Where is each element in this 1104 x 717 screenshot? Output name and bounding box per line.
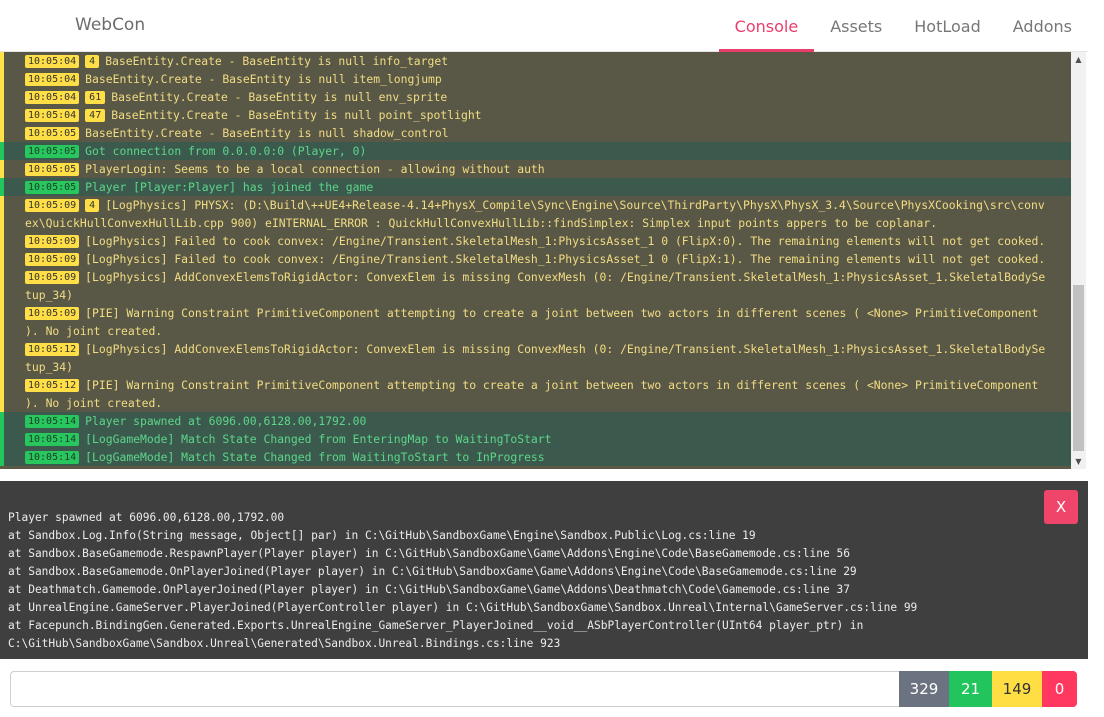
log-message: [LogPhysics] Failed to cook convex: /Eng…: [85, 252, 1046, 266]
log-row[interactable]: 10:05:09 [LogPhysics] AddConvexElemsToRig…: [0, 268, 1071, 304]
timestamp-badge: 10:05:09: [25, 235, 80, 248]
log-detail-panel: Player spawned at 6096.00,6128.00,1792.0…: [0, 481, 1088, 659]
log-message: Got connection from 0.0.0.0:0 (Player, 0…: [85, 144, 367, 158]
log-row[interactable]: 10:05:09 [PIE] Warning Constraint Primiti…: [0, 304, 1071, 340]
log-message: Player [Player:Player] has joined the ga…: [85, 180, 374, 194]
log-message: [LogPhysics] Failed to cook convex: /Eng…: [85, 234, 1046, 248]
info-count-badge[interactable]: 21: [949, 671, 992, 707]
log-message: [LogGameMode] Match State Changed from E…: [85, 432, 552, 446]
tab-hotload[interactable]: HotLoad: [898, 0, 996, 52]
tab-console[interactable]: Console: [718, 0, 815, 52]
timestamp-badge: 10:05:09: [25, 307, 80, 320]
timestamp-badge: 10:05:14: [25, 433, 80, 446]
timestamp-badge: 10:05:04: [25, 91, 80, 104]
log-counters: 329 21 149 0: [899, 671, 1077, 707]
log-row[interactable]: 10:05:05 Got connection from 0.0.0.0:0 (P…: [0, 142, 1071, 160]
repeat-count-badge: 47: [85, 109, 106, 122]
error-count-badge[interactable]: 0: [1042, 671, 1077, 707]
timestamp-badge: 10:05:09: [25, 199, 80, 212]
timestamp-badge: 10:05:04: [25, 73, 80, 86]
console-log: 10:05:04 4 BaseEntity.Create - BaseEntity …: [0, 52, 1071, 469]
timestamp-badge: 10:05:14: [25, 415, 80, 428]
scrollbar-thumb[interactable]: [1073, 285, 1084, 451]
log-message: [LogPhysics] AddConvexElemsToRigidActor:…: [25, 270, 1046, 302]
total-count-badge[interactable]: 329: [899, 671, 949, 707]
stack-trace: Player spawned at 6096.00,6128.00,1792.0…: [8, 511, 918, 650]
repeat-count-badge: 4: [85, 55, 100, 68]
log-row[interactable]: 10:05:04 4 BaseEntity.Create - BaseEntity …: [0, 52, 1071, 70]
timestamp-badge: 10:05:12: [25, 379, 80, 392]
tab-addons[interactable]: Addons: [997, 0, 1088, 52]
top-navbar: WebCon Console Assets HotLoad Addons: [0, 0, 1088, 52]
log-row[interactable]: 10:05:05 Player [Player:Player] has joine…: [0, 178, 1071, 196]
log-scrollbar[interactable]: ▲ ▼: [1071, 52, 1086, 469]
log-row[interactable]: 10:05:14 Player spawned at 6096.00,6128.0…: [0, 412, 1071, 430]
log-message: Player spawned at 6096.00,6128.00,1792.0…: [85, 414, 367, 428]
timestamp-badge: 10:05:14: [25, 451, 80, 464]
warning-count-badge[interactable]: 149: [992, 671, 1042, 707]
timestamp-badge: 10:05:12: [25, 343, 80, 356]
main-nav: Console Assets HotLoad Addons: [718, 0, 1088, 52]
log-message: [PIE] Warning Constraint PrimitiveCompon…: [25, 378, 1046, 410]
app-brand[interactable]: WebCon: [75, 15, 145, 35]
tab-assets[interactable]: Assets: [814, 0, 898, 52]
chevron-up-icon[interactable]: ▲: [1071, 52, 1086, 67]
log-row[interactable]: 10:05:09 [LogPhysics] Failed to cook conv…: [0, 250, 1071, 268]
log-row[interactable]: 10:05:04 47 BaseEntity.Create - BaseEntity…: [0, 106, 1071, 124]
log-message: PlayerLogin: Seems to be a local connect…: [85, 162, 545, 176]
repeat-count-badge: 61: [85, 91, 106, 104]
log-row[interactable]: 10:05:14 [LogGameMode] Match State Change…: [0, 448, 1071, 466]
log-row[interactable]: 10:05:04 BaseEntity.Create - BaseEntity i…: [0, 70, 1071, 88]
log-message: BaseEntity.Create - BaseEntity is null p…: [111, 108, 482, 122]
log-row[interactable]: 10:05:04 61 BaseEntity.Create - BaseEntity…: [0, 88, 1071, 106]
timestamp-badge: 10:05:04: [25, 55, 80, 68]
log-message: BaseEntity.Create - BaseEntity is null e…: [111, 90, 448, 104]
log-message: [PIE] Warning Constraint PrimitiveCompon…: [25, 306, 1046, 338]
close-detail-button[interactable]: X: [1044, 490, 1078, 524]
chevron-down-icon[interactable]: ▼: [1071, 454, 1086, 469]
log-message: BaseEntity.Create - BaseEntity is null i…: [85, 72, 442, 86]
timestamp-badge: 10:05:05: [25, 181, 80, 194]
repeat-count-badge: 4: [85, 199, 100, 212]
timestamp-badge: 10:05:05: [25, 127, 80, 140]
timestamp-badge: 10:05:09: [25, 253, 80, 266]
timestamp-badge: 10:05:09: [25, 271, 80, 284]
timestamp-badge: 10:05:05: [25, 145, 80, 158]
log-row[interactable]: 10:05:09 4 [LogPhysics] PHYSX: (D:\Build\+…: [0, 196, 1071, 232]
command-input[interactable]: [10, 671, 899, 707]
timestamp-badge: 10:05:04: [25, 109, 80, 122]
log-row[interactable]: 10:05:12 [LogPhysics] AddConvexElemsToRig…: [0, 340, 1071, 376]
timestamp-badge: 10:05:05: [25, 163, 80, 176]
log-row[interactable]: 10:05:14 [LogGameMode] Match State Change…: [0, 430, 1071, 448]
log-row[interactable]: 10:05:05 BaseEntity.Create - BaseEntity i…: [0, 124, 1071, 142]
log-message: [LogGameMode] Match State Changed from W…: [85, 450, 545, 464]
log-row[interactable]: 10:05:05 PlayerLogin: Seems to be a local…: [0, 160, 1071, 178]
log-message: [LogPhysics] AddConvexElemsToRigidActor:…: [25, 342, 1046, 374]
log-row[interactable]: 10:05:12 [PIE] Warning Constraint Primiti…: [0, 376, 1071, 412]
log-row[interactable]: 10:05:09 [LogPhysics] Failed to cook conv…: [0, 232, 1071, 250]
log-message: BaseEntity.Create - BaseEntity is null s…: [85, 126, 449, 140]
log-message: BaseEntity.Create - BaseEntity is null i…: [105, 54, 449, 68]
log-message: [LogPhysics] PHYSX: (D:\Build\++UE4+Rele…: [25, 198, 1045, 230]
